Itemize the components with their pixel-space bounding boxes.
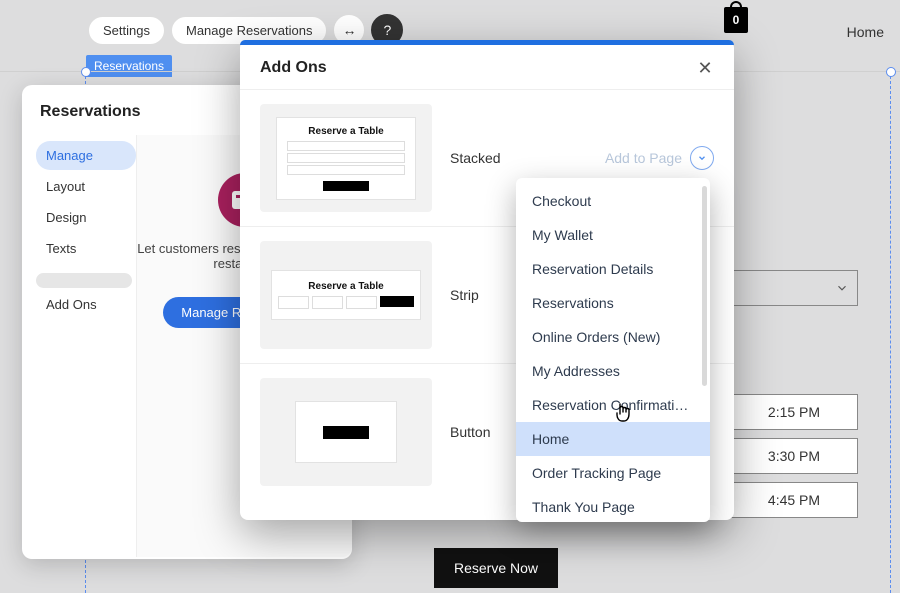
add-to-page-button[interactable]: Add to Page: [605, 150, 682, 166]
nav-home[interactable]: Home: [847, 24, 884, 40]
time-slot[interactable]: 4:45 PM: [730, 482, 858, 518]
addon-thumb-strip: Reserve a Table: [260, 241, 432, 349]
addon-thumb-stacked: Reserve a Table: [260, 104, 432, 212]
page-option[interactable]: Thank You Page: [516, 490, 710, 522]
thumb-btn: [323, 426, 369, 439]
sidenav-layout[interactable]: Layout: [36, 172, 136, 201]
sidenav-addons[interactable]: Add Ons: [36, 290, 136, 319]
addon-label: Button: [450, 424, 506, 440]
sidenav-design[interactable]: Design: [36, 203, 136, 232]
time-slots: 2:15 PM 3:30 PM 4:45 PM: [730, 270, 858, 526]
time-dropdown[interactable]: [730, 270, 858, 306]
page-option[interactable]: Reservation Details: [516, 252, 710, 286]
page-select-dropdown: CheckoutMy WalletReservation DetailsRese…: [516, 178, 710, 522]
page-option[interactable]: My Wallet: [516, 218, 710, 252]
page-option[interactable]: Home: [516, 422, 710, 456]
cart-bag[interactable]: 0: [724, 7, 748, 33]
panel-sidenav: Manage Layout Design Texts Add Ons: [22, 135, 136, 557]
page-option[interactable]: My Addresses: [516, 354, 710, 388]
expand-icon[interactable]: [690, 146, 714, 170]
cart-count: 0: [733, 13, 740, 27]
page-option[interactable]: Reservation Confirmati…: [516, 388, 710, 422]
time-slot[interactable]: 2:15 PM: [730, 394, 858, 430]
addon-label: Strip: [450, 287, 506, 303]
selection-label: Reservations: [86, 55, 172, 77]
time-slot[interactable]: 3:30 PM: [730, 438, 858, 474]
page-option[interactable]: Checkout: [516, 184, 710, 218]
page-option[interactable]: Order Tracking Page: [516, 456, 710, 490]
addon-label: Stacked: [450, 150, 506, 166]
sidenav-texts[interactable]: Texts: [36, 234, 136, 263]
page-option[interactable]: Online Orders (New): [516, 320, 710, 354]
settings-button[interactable]: Settings: [88, 16, 165, 45]
page-option[interactable]: Reservations: [516, 286, 710, 320]
addon-thumb-button: [260, 378, 432, 486]
scrollbar[interactable]: [702, 186, 707, 386]
modal-title: Add Ons: [260, 59, 327, 77]
reserve-now-button[interactable]: Reserve Now: [434, 548, 558, 588]
close-icon[interactable]: ✕: [696, 59, 714, 77]
sidenav-manage[interactable]: Manage: [36, 141, 136, 170]
